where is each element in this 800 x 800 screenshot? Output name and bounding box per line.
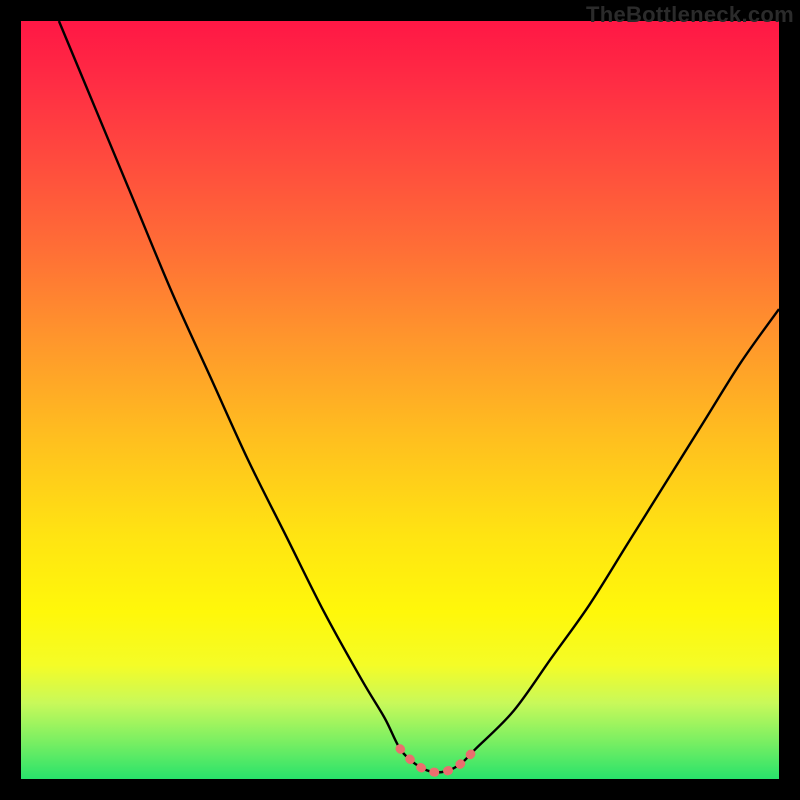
plot-area xyxy=(21,21,779,779)
bottleneck-curve xyxy=(21,21,779,779)
curve-path xyxy=(59,21,779,772)
chart-container: TheBottleneck.com xyxy=(0,0,800,800)
watermark: TheBottleneck.com xyxy=(586,2,794,28)
